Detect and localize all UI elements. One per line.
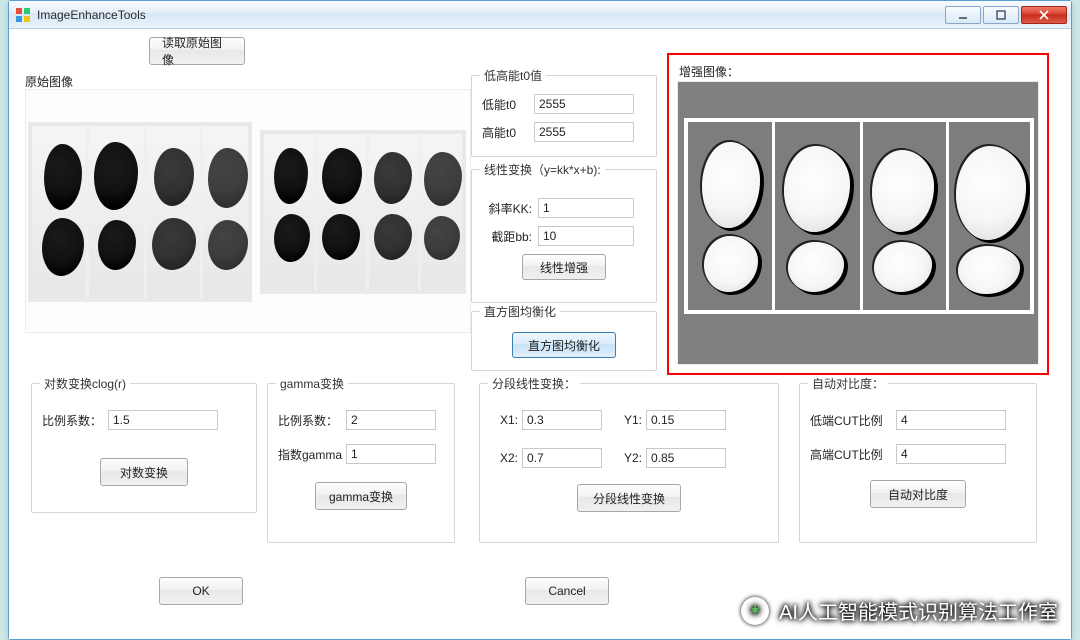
ok-button[interactable]: OK xyxy=(159,577,243,605)
high-cut-input[interactable] xyxy=(896,444,1006,464)
x2-input[interactable] xyxy=(522,448,602,468)
linear-enhance-button[interactable]: 线性增强 xyxy=(522,254,606,280)
low-cut-input[interactable] xyxy=(896,410,1006,430)
log-coef-input[interactable] xyxy=(108,410,218,430)
slope-label: 斜率KK: xyxy=(482,200,538,217)
intercept-bb-input[interactable] xyxy=(538,226,634,246)
title-bar: ImageEnhanceTools xyxy=(9,1,1071,29)
low-t0-label: 低能t0 xyxy=(482,96,534,113)
enhanced-image-pane xyxy=(677,81,1039,365)
linear-transform-group: 线性变换（y=kk*x+b): 斜率KK: 截距bb: 线性增强 xyxy=(471,169,657,303)
t0-group-legend: 低高能t0值 xyxy=(480,67,546,84)
intercept-label: 截距bb: xyxy=(482,228,538,245)
gamma-group: gamma变换 比例系数： 指数gamma gamma变换 xyxy=(267,383,455,543)
cancel-button[interactable]: Cancel xyxy=(525,577,609,605)
low-cut-label: 低端CUT比例 xyxy=(810,412,896,429)
piecewise-group-legend: 分段线性变换： xyxy=(488,375,580,392)
y2-label: Y2: xyxy=(602,451,646,465)
auto-contrast-group: 自动对比度： 低端CUT比例 高端CUT比例 自动对比度 xyxy=(799,383,1037,543)
y1-input[interactable] xyxy=(646,410,726,430)
x1-label: X1: xyxy=(490,413,522,427)
piecewise-group: 分段线性变换： X1: Y1: X2: Y2: 分段线性变换 xyxy=(479,383,779,543)
window-body: 读取原始图像 原始图像 xyxy=(9,29,1071,639)
main-window: ImageEnhanceTools 读取原始图像 原始图像 xyxy=(8,0,1072,640)
auto-contrast-button[interactable]: 自动对比度 xyxy=(870,480,966,508)
log-transform-group: 对数变换clog(r) 比例系数： 对数变换 xyxy=(31,383,257,513)
original-image-pane xyxy=(25,89,471,333)
gamma-transform-button[interactable]: gamma变换 xyxy=(315,482,407,510)
high-t0-label: 高能t0 xyxy=(482,124,534,141)
piecewise-transform-button[interactable]: 分段线性变换 xyxy=(577,484,681,512)
gamma-coef-label: 比例系数： xyxy=(278,412,346,429)
auto-contrast-legend: 自动对比度： xyxy=(808,375,888,392)
app-icon xyxy=(15,7,31,23)
gamma-group-legend: gamma变换 xyxy=(276,375,348,392)
t0-group: 低高能t0值 低能t0 高能t0 xyxy=(471,75,657,157)
histogram-group-legend: 直方图均衡化 xyxy=(480,303,560,320)
high-t0-input[interactable] xyxy=(534,122,634,142)
linear-group-legend: 线性变换（y=kk*x+b): xyxy=(480,161,605,178)
log-group-legend: 对数变换clog(r) xyxy=(40,375,130,392)
histogram-group: 直方图均衡化 直方图均衡化 xyxy=(471,311,657,371)
y2-input[interactable] xyxy=(646,448,726,468)
x1-input[interactable] xyxy=(522,410,602,430)
log-transform-button[interactable]: 对数变换 xyxy=(100,458,188,486)
low-t0-input[interactable] xyxy=(534,94,634,114)
gamma-exp-label: 指数gamma xyxy=(278,446,346,463)
slope-kk-input[interactable] xyxy=(538,198,634,218)
maximize-button[interactable] xyxy=(983,6,1019,24)
load-original-button[interactable]: 读取原始图像 xyxy=(149,37,245,65)
window-title: ImageEnhanceTools xyxy=(37,8,943,22)
x2-label: X2: xyxy=(490,451,522,465)
high-cut-label: 高端CUT比例 xyxy=(810,446,896,463)
enhanced-image-label: 增强图像： xyxy=(679,63,739,80)
y1-label: Y1: xyxy=(602,413,646,427)
histogram-equalize-button[interactable]: 直方图均衡化 xyxy=(512,332,616,358)
close-button[interactable] xyxy=(1021,6,1067,24)
log-coef-label: 比例系数： xyxy=(42,412,108,429)
gamma-coef-input[interactable] xyxy=(346,410,436,430)
minimize-button[interactable] xyxy=(945,6,981,24)
gamma-exp-input[interactable] xyxy=(346,444,436,464)
original-image-label: 原始图像 xyxy=(25,73,73,90)
